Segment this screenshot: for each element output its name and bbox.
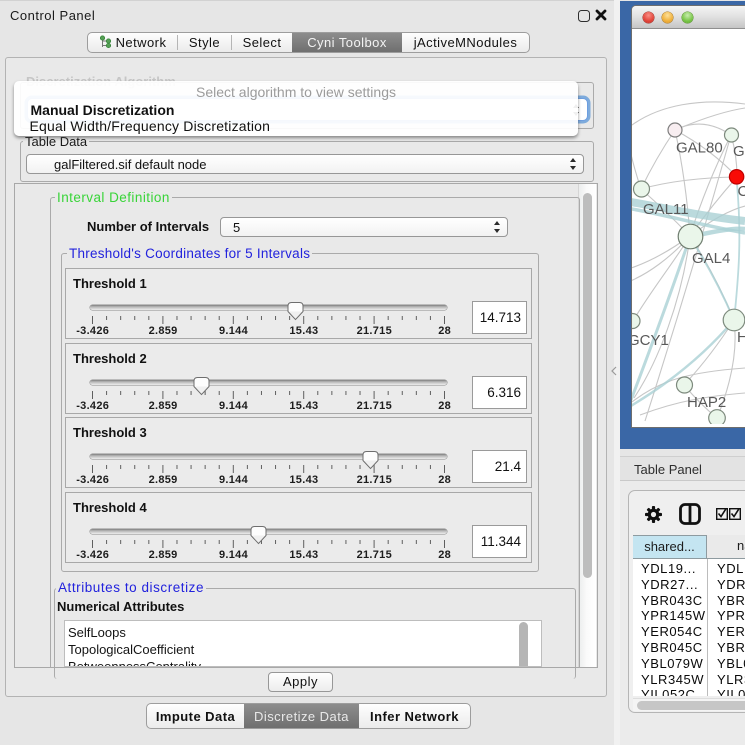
svg-text:H: H [737,329,745,346]
svg-text:C: C [738,183,745,200]
svg-text:GCY1: GCY1 [632,332,669,349]
svg-text:G.: G. [733,143,745,160]
svg-text:GAL4: GAL4 [692,250,730,267]
svg-text:GAL80: GAL80 [676,140,723,157]
svg-text:GAL11: GAL11 [643,201,689,218]
svg-text:HAP2: HAP2 [687,394,726,411]
